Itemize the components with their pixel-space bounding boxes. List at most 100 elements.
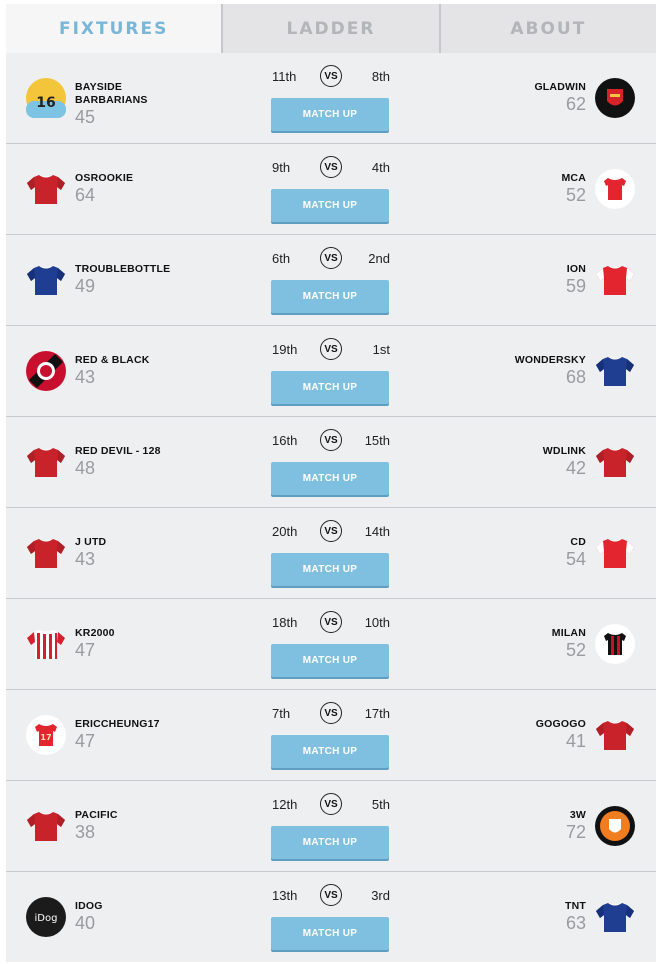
match-up-button[interactable]: MATCH UP <box>271 553 389 586</box>
away-team-name[interactable]: MILAN <box>552 627 586 640</box>
red-white-shirt-icon <box>594 168 636 210</box>
home-team: OSROOKIE 64 <box>75 172 133 205</box>
away-team: MCA 52 <box>561 172 586 205</box>
match-center: 20th VS 14th MATCH UP <box>271 520 391 586</box>
red-white-jersey-icon <box>594 259 636 301</box>
home-team-name[interactable]: RED DEVIL - 128 <box>75 445 161 458</box>
home-team-name[interactable]: TROUBLEBOTTLE <box>75 263 170 276</box>
vs-badge: VS <box>320 793 342 815</box>
match-center: 18th VS 10th MATCH UP <box>271 611 391 677</box>
away-rank: 10th <box>364 615 390 630</box>
home-team-name[interactable]: OSROOKIE <box>75 172 133 185</box>
fixture-row: TROUBLEBOTTLE 49 6th VS 2nd MATCH UP ION… <box>6 235 656 326</box>
away-team-name[interactable]: GOGOGO <box>536 718 586 731</box>
svg-text:16: 16 <box>36 95 55 111</box>
away-team-name[interactable]: CD <box>566 536 586 549</box>
home-rank: 16th <box>272 433 298 448</box>
home-rank: 9th <box>272 160 291 175</box>
away-team: ION 59 <box>566 263 586 296</box>
milan-striped-shirt-icon <box>594 623 636 665</box>
home-rank: 12th <box>272 797 298 812</box>
away-team-name[interactable]: GLADWIN <box>534 81 586 94</box>
idog-logo-icon: iDog <box>25 896 67 938</box>
home-team-name[interactable]: KR2000 <box>75 627 115 640</box>
red-white-jersey-icon <box>594 532 636 574</box>
away-team: WDLINK 42 <box>543 445 586 478</box>
match-center: 12th VS 5th MATCH UP <box>271 793 391 859</box>
match-up-button[interactable]: MATCH UP <box>271 189 389 222</box>
match-up-button[interactable]: MATCH UP <box>271 826 389 859</box>
away-team-name[interactable]: WONDERSKY <box>515 354 586 367</box>
fixture-row: KR2000 47 18th VS 10th MATCH UP MILAN 52 <box>6 599 656 690</box>
home-team-name[interactable]: BAYSIDE BARBARIANS <box>75 81 165 107</box>
svg-text:iDog: iDog <box>35 913 58 924</box>
away-team: MILAN 52 <box>552 627 586 660</box>
away-team-score: 52 <box>565 185 586 205</box>
match-center: 11th VS 8th MATCH UP <box>271 65 391 131</box>
match-up-button[interactable]: MATCH UP <box>271 280 389 313</box>
match-center: 19th VS 1st MATCH UP <box>271 338 391 404</box>
red-jersey-icon <box>594 714 636 756</box>
home-team-score: 47 <box>75 640 96 660</box>
home-team: RED DEVIL - 128 48 <box>75 445 161 478</box>
away-rank: 17th <box>364 706 390 721</box>
match-up-button[interactable]: MATCH UP <box>271 98 389 131</box>
away-team-score: 41 <box>565 731 586 751</box>
away-rank: 1st <box>372 342 390 357</box>
home-team-name[interactable]: ERICCHEUNG17 <box>75 718 160 731</box>
away-rank: 14th <box>364 524 390 539</box>
vs-badge: VS <box>320 702 342 724</box>
vs-badge: VS <box>320 65 342 87</box>
home-team-score: 38 <box>75 822 96 842</box>
vs-badge: VS <box>320 247 342 269</box>
away-team: GOGOGO 41 <box>536 718 586 751</box>
blue-jersey-icon <box>594 350 636 392</box>
match-up-button[interactable]: MATCH UP <box>271 371 389 404</box>
away-team-name[interactable]: WDLINK <box>543 445 586 458</box>
fixture-row: RED DEVIL - 128 48 16th VS 15th MATCH UP… <box>6 417 656 508</box>
tab-bar: FIXTURES LADDER ABOUT <box>6 4 656 53</box>
match-up-button[interactable]: MATCH UP <box>271 462 389 495</box>
home-team-name[interactable]: PACIFIC <box>75 809 118 822</box>
home-team-name[interactable]: IDOG <box>75 900 103 913</box>
vs-badge: VS <box>320 429 342 451</box>
red-shirt-17-icon: 17 <box>25 714 67 756</box>
home-rank: 13th <box>272 888 298 903</box>
match-up-button[interactable]: MATCH UP <box>271 917 389 950</box>
red-jersey-icon <box>25 168 67 210</box>
match-up-button[interactable]: MATCH UP <box>271 644 389 677</box>
tab-about[interactable]: ABOUT <box>438 4 656 53</box>
home-team-name[interactable]: RED & BLACK <box>75 354 150 367</box>
red-jersey-icon <box>25 441 67 483</box>
away-rank: 3rd <box>371 888 390 903</box>
ac-milan-crest-icon <box>25 350 67 392</box>
fixture-row: RED & BLACK 43 19th VS 1st MATCH UP WOND… <box>6 326 656 417</box>
home-team: IDOG 40 <box>75 900 103 933</box>
home-rank: 20th <box>272 524 298 539</box>
home-team-score: 40 <box>75 913 96 933</box>
home-team: J UTD 43 <box>75 536 106 569</box>
match-up-button[interactable]: MATCH UP <box>271 735 389 768</box>
away-team-name[interactable]: 3W <box>566 809 586 822</box>
tab-fixtures[interactable]: FIXTURES <box>6 4 222 53</box>
red-jersey-icon <box>594 441 636 483</box>
home-team-score: 64 <box>75 185 96 205</box>
fixture-row: OSROOKIE 64 9th VS 4th MATCH UP MCA 52 <box>6 144 656 235</box>
knvb-crest-icon <box>594 805 636 847</box>
home-team-score: 47 <box>75 731 96 751</box>
away-team-score: 63 <box>565 913 586 933</box>
home-team-score: 43 <box>75 549 96 569</box>
home-rank: 6th <box>272 251 291 266</box>
home-team-name[interactable]: J UTD <box>75 536 106 549</box>
home-team: BAYSIDE BARBARIANS 45 <box>75 81 165 127</box>
tab-ladder[interactable]: LADDER <box>221 4 439 53</box>
away-rank: 2nd <box>368 251 390 266</box>
away-team: CD 54 <box>566 536 586 569</box>
away-team-name[interactable]: MCA <box>561 172 586 185</box>
home-team: KR2000 47 <box>75 627 115 660</box>
away-team-name[interactable]: TNT <box>565 900 586 913</box>
home-team: TROUBLEBOTTLE 49 <box>75 263 170 296</box>
home-team: ERICCHEUNG17 47 <box>75 718 160 751</box>
away-team-name[interactable]: ION <box>566 263 586 276</box>
away-team: TNT 63 <box>565 900 586 933</box>
